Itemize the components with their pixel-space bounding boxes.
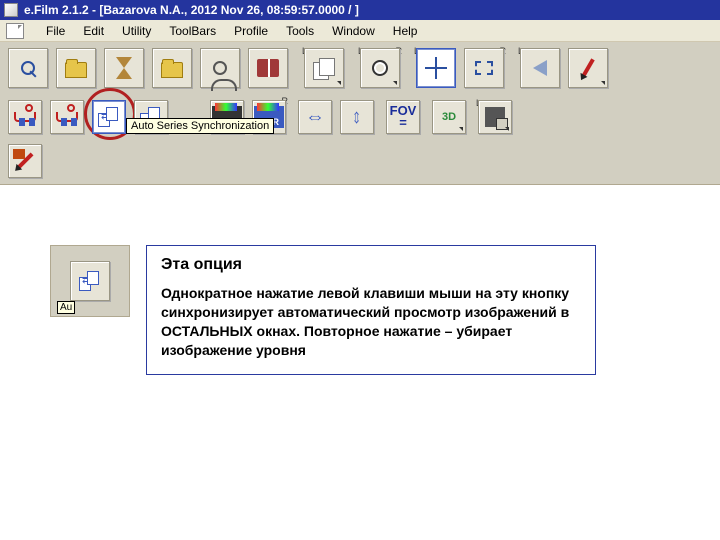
patient-button[interactable] (200, 48, 240, 88)
folder-icon (65, 62, 87, 78)
crop-icon (485, 107, 505, 127)
toolbar: L L R L R L ⇄ Auto Series Synchronizatio… (0, 42, 720, 185)
sync-icon: ⇄ (79, 271, 101, 291)
group-pan: L R (416, 48, 504, 88)
menu-utility[interactable]: Utility (122, 24, 151, 38)
menu-tools[interactable]: Tools (286, 24, 314, 38)
hourglass-icon (116, 57, 132, 79)
crop-button[interactable] (478, 100, 512, 134)
tooltip-auto-series-sync: Auto Series Synchronization (126, 118, 274, 134)
back-button[interactable] (520, 48, 560, 88)
group-nav: L (520, 48, 608, 88)
hanger-icon (56, 112, 78, 122)
select-button[interactable] (464, 48, 504, 88)
book-icon (257, 59, 279, 77)
window-title: e.Film 2.1.2 - [Bazarova N.A., 2012 Nov … (24, 3, 359, 17)
menu-edit[interactable]: Edit (83, 24, 104, 38)
pan-button[interactable] (416, 48, 456, 88)
sync-icon: ⇄ (98, 107, 120, 127)
magnifier-icon (21, 61, 35, 75)
three-d-icon: 3D (442, 111, 456, 123)
menu-window[interactable]: Window (332, 24, 375, 38)
open-button[interactable] (56, 48, 96, 88)
menubar: File Edit Utility ToolBars Profile Tools… (0, 20, 720, 42)
double-arrow-h-icon: ⇔ (305, 106, 325, 129)
group-scroll: ⇔ ⇔ (298, 100, 374, 134)
menu-profile[interactable]: Profile (234, 24, 268, 38)
callout-box: Эта опция Однократное нажатие левой клав… (146, 245, 596, 375)
menu-help[interactable]: Help (393, 24, 418, 38)
mdi-doc-icon[interactable] (6, 23, 24, 39)
person-icon (213, 61, 227, 75)
study-button[interactable] (248, 48, 288, 88)
toolbar-row-3 (8, 144, 712, 178)
dropdown-icon (505, 127, 509, 131)
flag-icon (13, 149, 25, 159)
extra-tool-button[interactable] (8, 144, 42, 178)
group-crop: L (478, 100, 512, 134)
dropdown-icon (393, 81, 397, 85)
callout-thumbnail: ⇄ Au (50, 245, 130, 317)
group-hanging: ⇄ Auto Series Synchronization (8, 100, 168, 134)
marquee-icon (475, 61, 493, 75)
titlebar: e.Film 2.1.2 - [Bazarova N.A., 2012 Nov … (0, 0, 720, 20)
callout-thumb-button: ⇄ (70, 261, 110, 301)
group-3d: 3D (432, 100, 466, 134)
app-icon (4, 3, 18, 17)
hanger-icon (14, 112, 36, 122)
layout-button[interactable] (304, 48, 344, 88)
pen-icon (581, 58, 594, 77)
hanging-1-button[interactable] (8, 100, 42, 134)
callout-thumb-tip: Au (57, 301, 75, 314)
wait-button[interactable] (104, 48, 144, 88)
open2-button[interactable] (152, 48, 192, 88)
group-file (8, 48, 288, 88)
dropdown-icon (337, 81, 341, 85)
menu-toolbars[interactable]: ToolBars (169, 24, 216, 38)
auto-series-sync-button[interactable]: ⇄ (92, 100, 126, 134)
menu-file[interactable]: File (46, 24, 65, 38)
dropdown-icon (601, 81, 605, 85)
callout-body: Однократное нажатие левой клавиши мыши н… (161, 284, 581, 360)
annotate-button[interactable] (568, 48, 608, 88)
group-brightness: L R (360, 48, 400, 88)
folder-icon (161, 62, 183, 78)
hanging-2-button[interactable] (50, 100, 84, 134)
double-arrow-v-icon: ⇔ (346, 107, 369, 127)
toolbar-row-2: ⇄ Auto Series Synchronization R MPR MPR … (8, 100, 712, 134)
scroll-v-button[interactable]: ⇔ (340, 100, 374, 134)
brightness-button[interactable] (360, 48, 400, 88)
arrow-left-icon (533, 60, 547, 76)
sync-wrap: ⇄ Auto Series Synchronization (92, 100, 126, 134)
callout-area: ⇄ Au Эта опция Однократное нажатие левой… (50, 245, 720, 375)
move-icon (425, 57, 447, 79)
fov-button[interactable]: FOV = (386, 100, 420, 134)
group-fov: FOV = (386, 100, 420, 134)
sun-icon (372, 60, 388, 76)
three-d-button[interactable]: 3D (432, 100, 466, 134)
callout-title: Эта опция (161, 256, 581, 274)
dropdown-icon (459, 127, 463, 131)
group-layout: L (304, 48, 344, 88)
search-button[interactable] (8, 48, 48, 88)
scroll-h-button[interactable]: ⇔ (298, 100, 332, 134)
pages-icon (313, 58, 335, 78)
fov-icon: FOV = (390, 105, 417, 129)
